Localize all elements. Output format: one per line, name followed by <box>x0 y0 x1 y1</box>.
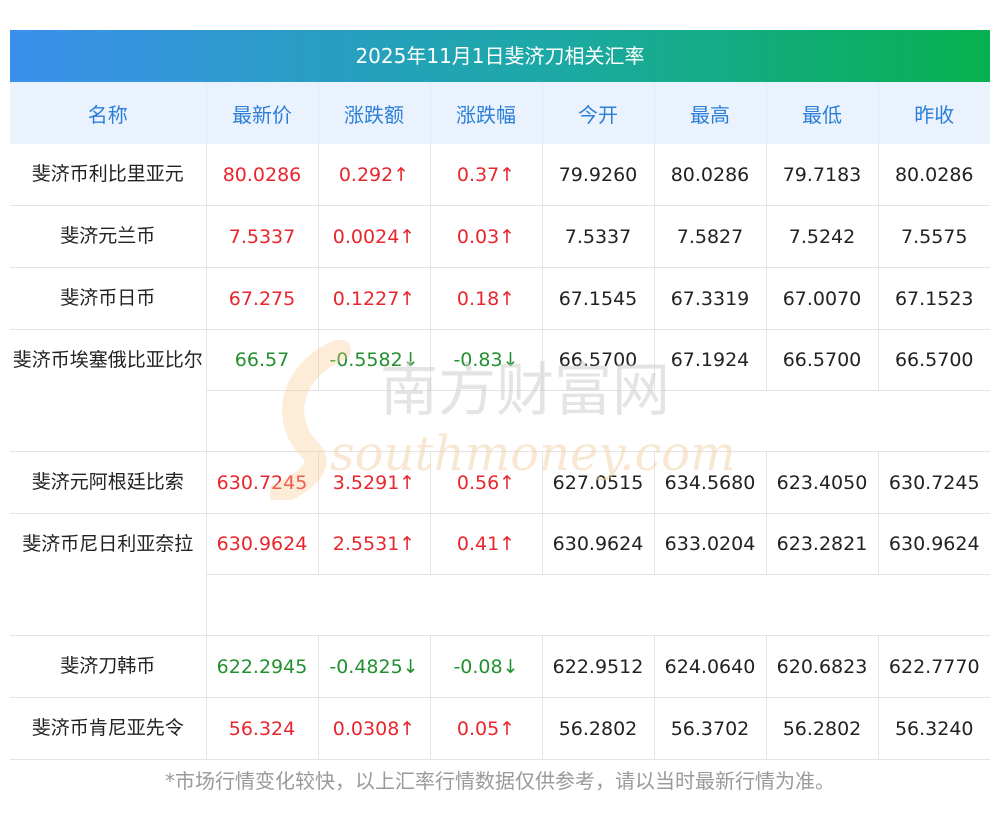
column-header-open: 今开 <box>542 82 655 144</box>
change-percent-cell: -0.08↓ <box>430 635 543 698</box>
table-row: 斐济币利比里亚元 80.0286 0.292↑ 0.37↑ 79.9260 80.0286… <box>10 144 990 206</box>
prev-close-cell: 66.5700 <box>878 329 990 391</box>
change-amount-cell: 0.0308↑ <box>318 697 431 760</box>
change-amount-cell: 0.0024↑ <box>318 205 431 268</box>
open-price-cell: 67.1545 <box>542 267 655 330</box>
open-price-cell: 79.9260 <box>542 144 655 206</box>
change-amount-cell: 3.5291↑ <box>318 451 431 514</box>
open-price-cell: 630.9624 <box>542 513 655 575</box>
change-amount-cell: 0.292↑ <box>318 144 431 206</box>
latest-price-cell: 67.275 <box>206 267 319 330</box>
column-header-change-pct: 涨跌幅 <box>430 82 543 144</box>
open-price-cell: 622.9512 <box>542 635 655 698</box>
low-price-cell: 620.6823 <box>766 635 879 698</box>
prev-close-cell: 80.0286 <box>878 144 990 206</box>
change-amount-cell: -0.4825↓ <box>318 635 431 698</box>
change-percent-cell: 0.05↑ <box>430 697 543 760</box>
table-row: 斐济币肯尼亚先令 56.324 0.0308↑ 0.05↑ 56.2802 56.3702… <box>10 697 990 760</box>
table-row: 斐济币埃塞俄比亚比尔 66.57 -0.5582↓ -0.83↓ 66.5700 67.1… <box>10 329 990 452</box>
table-row: 斐济币日币 67.275 0.1227↑ 0.18↑ 67.1545 67.3319 67.… <box>10 267 990 330</box>
prev-close-cell: 7.5575 <box>878 205 990 268</box>
high-price-cell: 7.5827 <box>654 205 767 268</box>
latest-price-cell: 630.9624 <box>206 513 319 575</box>
prev-close-cell: 67.1523 <box>878 267 990 330</box>
open-price-cell: 7.5337 <box>542 205 655 268</box>
currency-pair-name: 斐济币肯尼亚先令 <box>10 697 207 760</box>
change-percent-cell: 0.37↑ <box>430 144 543 206</box>
currency-pair-name: 斐济币尼日利亚奈拉 <box>10 513 207 636</box>
latest-price-cell: 630.7245 <box>206 451 319 514</box>
low-price-cell: 67.0070 <box>766 267 879 330</box>
change-percent-cell: 0.56↑ <box>430 451 543 514</box>
high-price-cell: 624.0640 <box>654 635 767 698</box>
high-price-cell: 67.3319 <box>654 267 767 330</box>
latest-price-cell: 56.324 <box>206 697 319 760</box>
currency-pair-name: 斐济币埃塞俄比亚比尔 <box>10 329 207 452</box>
table-row: 斐济元兰币 7.5337 0.0024↑ 0.03↑ 7.5337 7.5827 7.524… <box>10 205 990 268</box>
high-price-cell: 80.0286 <box>654 144 767 206</box>
change-percent-cell: 0.41↑ <box>430 513 543 575</box>
latest-price-cell: 7.5337 <box>206 205 319 268</box>
currency-pair-name: 斐济币日币 <box>10 267 207 330</box>
change-percent-cell: -0.83↓ <box>430 329 543 391</box>
prev-close-cell: 56.3240 <box>878 697 990 760</box>
change-percent-cell: 0.18↑ <box>430 267 543 330</box>
disclaimer-footnote: *市场行情变化较快，以上汇率行情数据仅供参考，请以当时最新行情为准。 <box>165 769 835 793</box>
prev-close-cell: 630.7245 <box>878 451 990 514</box>
high-price-cell: 633.0204 <box>654 513 767 575</box>
table-row: 斐济币尼日利亚奈拉 630.9624 2.5531↑ 0.41↑ 630.9624 633… <box>10 513 990 636</box>
page-title: 2025年11月1日斐济刀相关汇率 <box>10 30 990 82</box>
rate-panel: 2025年11月1日斐济刀相关汇率 名称 最新价 涨跌额 涨跌幅 今开 最高 最… <box>10 30 990 760</box>
table-row: 斐济元阿根廷比索 630.7245 3.5291↑ 0.56↑ 627.0515 634.… <box>10 451 990 514</box>
column-header-latest: 最新价 <box>206 82 319 144</box>
change-amount-cell: -0.5582↓ <box>318 329 431 391</box>
low-price-cell: 623.2821 <box>766 513 879 575</box>
column-header-high: 最高 <box>654 82 767 144</box>
low-price-cell: 79.7183 <box>766 144 879 206</box>
rate-table: 名称 最新价 涨跌额 涨跌幅 今开 最高 最低 昨收 斐济币利比里亚元 80.02… <box>10 82 990 760</box>
currency-pair-name: 斐济刀韩币 <box>10 635 207 698</box>
table-header-row: 名称 最新价 涨跌额 涨跌幅 今开 最高 最低 昨收 <box>10 82 990 144</box>
change-amount-cell: 0.1227↑ <box>318 267 431 330</box>
currency-pair-name: 斐济币利比里亚元 <box>10 144 207 206</box>
low-price-cell: 7.5242 <box>766 205 879 268</box>
high-price-cell: 634.5680 <box>654 451 767 514</box>
low-price-cell: 56.2802 <box>766 697 879 760</box>
latest-price-cell: 80.0286 <box>206 144 319 206</box>
blank-cell <box>206 574 990 636</box>
high-price-cell: 67.1924 <box>654 329 767 391</box>
column-header-low: 最低 <box>766 82 879 144</box>
prev-close-cell: 630.9624 <box>878 513 990 575</box>
open-price-cell: 66.5700 <box>542 329 655 391</box>
column-header-name: 名称 <box>10 82 207 144</box>
change-amount-cell: 2.5531↑ <box>318 513 431 575</box>
table-row: 斐济刀韩币 622.2945 -0.4825↓ -0.08↓ 622.9512 624.0… <box>10 635 990 698</box>
change-percent-cell: 0.03↑ <box>430 205 543 268</box>
low-price-cell: 623.4050 <box>766 451 879 514</box>
latest-price-cell: 66.57 <box>206 329 319 391</box>
prev-close-cell: 622.7770 <box>878 635 990 698</box>
blank-cell <box>206 390 990 452</box>
currency-pair-name: 斐济元阿根廷比索 <box>10 451 207 514</box>
latest-price-cell: 622.2945 <box>206 635 319 698</box>
open-price-cell: 627.0515 <box>542 451 655 514</box>
column-header-change: 涨跌额 <box>318 82 431 144</box>
currency-pair-name: 斐济元兰币 <box>10 205 207 268</box>
low-price-cell: 66.5700 <box>766 329 879 391</box>
column-header-prev-close: 昨收 <box>878 82 990 144</box>
high-price-cell: 56.3702 <box>654 697 767 760</box>
open-price-cell: 56.2802 <box>542 697 655 760</box>
